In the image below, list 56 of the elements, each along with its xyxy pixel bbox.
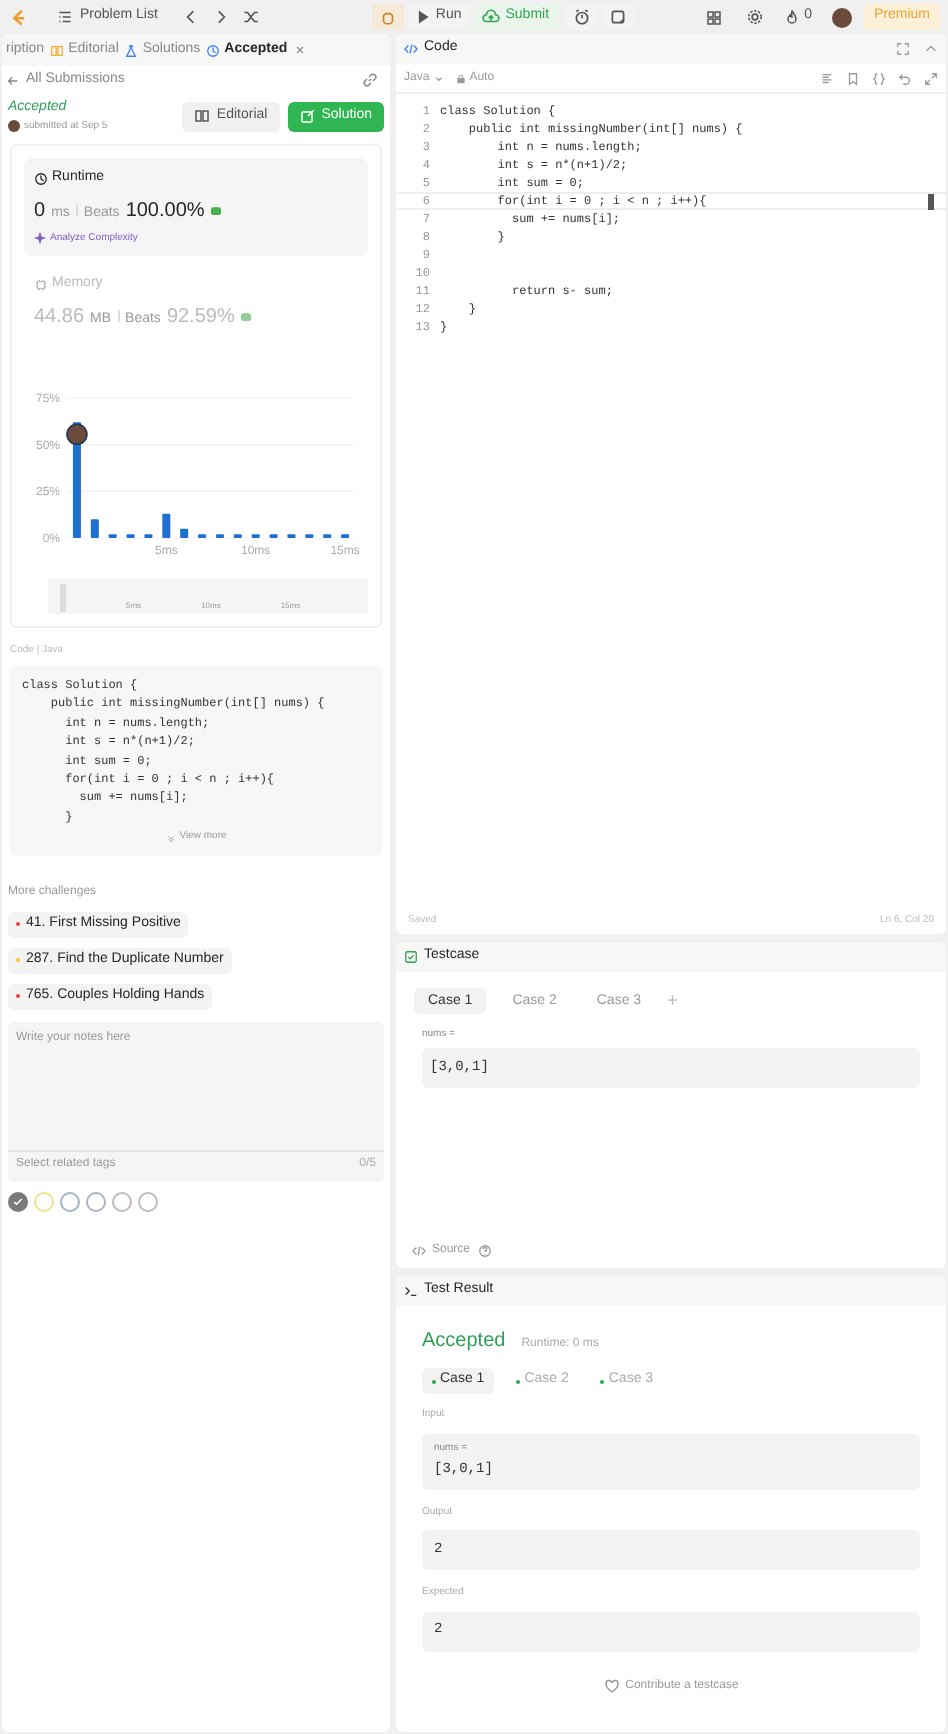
chip-icon (34, 277, 48, 292)
sparkle-icon (34, 232, 46, 245)
bar (180, 527, 189, 537)
code-icon (412, 1244, 426, 1258)
beats-value: 100.00% (125, 197, 205, 225)
metric-value: 44.86 (34, 303, 85, 331)
bookmark-icon[interactable] (846, 71, 860, 85)
upload-icon (481, 8, 500, 26)
bar (90, 518, 99, 537)
color-option[interactable] (60, 1191, 80, 1212)
award-icon (240, 309, 253, 321)
edit-icon (299, 108, 316, 124)
color-option[interactable] (112, 1191, 132, 1212)
flask-icon (124, 43, 139, 57)
shuffle-icon[interactable] (241, 8, 260, 26)
terminal-icon (404, 1284, 418, 1298)
back-arrow-icon (6, 73, 20, 87)
format-icon[interactable] (820, 71, 834, 85)
award-icon (210, 203, 223, 215)
clock-icon (34, 171, 48, 186)
check-icon (12, 1195, 24, 1208)
color-option[interactable] (8, 1191, 28, 1212)
layout-icon[interactable] (706, 9, 723, 25)
cursor-marker (928, 193, 934, 209)
bar (162, 512, 171, 537)
add-case-button[interactable]: + (667, 988, 678, 1015)
avatar (8, 120, 20, 133)
avatar (66, 422, 88, 445)
beats-value: 92.59% (166, 303, 235, 331)
list-icon (56, 8, 74, 26)
help-icon[interactable] (478, 1244, 493, 1258)
fullscreen-icon[interactable] (924, 71, 938, 85)
clock-icon (206, 43, 221, 57)
logo-icon (8, 6, 28, 28)
color-option[interactable] (138, 1191, 158, 1212)
result-status: Accepted (422, 1328, 506, 1356)
book-icon (194, 108, 211, 124)
link-icon[interactable] (362, 72, 378, 88)
color-option[interactable] (86, 1191, 106, 1212)
braces-icon[interactable] (872, 71, 886, 85)
collapse-icon[interactable] (924, 42, 938, 56)
metric-value: 0 (34, 197, 46, 225)
play-icon (415, 10, 430, 24)
maximize-icon[interactable] (896, 42, 910, 56)
settings-icon[interactable] (746, 8, 765, 26)
checkbox-icon (404, 950, 418, 964)
flame-icon[interactable] (784, 8, 801, 26)
avatar[interactable] (831, 7, 852, 27)
book-icon (50, 43, 65, 57)
reset-icon[interactable] (898, 71, 912, 85)
chevron-down-icon (433, 73, 444, 83)
heart-icon (603, 1678, 620, 1694)
close-icon[interactable] (293, 44, 306, 56)
lock-icon (455, 73, 466, 83)
chevron-icon (165, 833, 176, 843)
code-icon (404, 42, 418, 56)
